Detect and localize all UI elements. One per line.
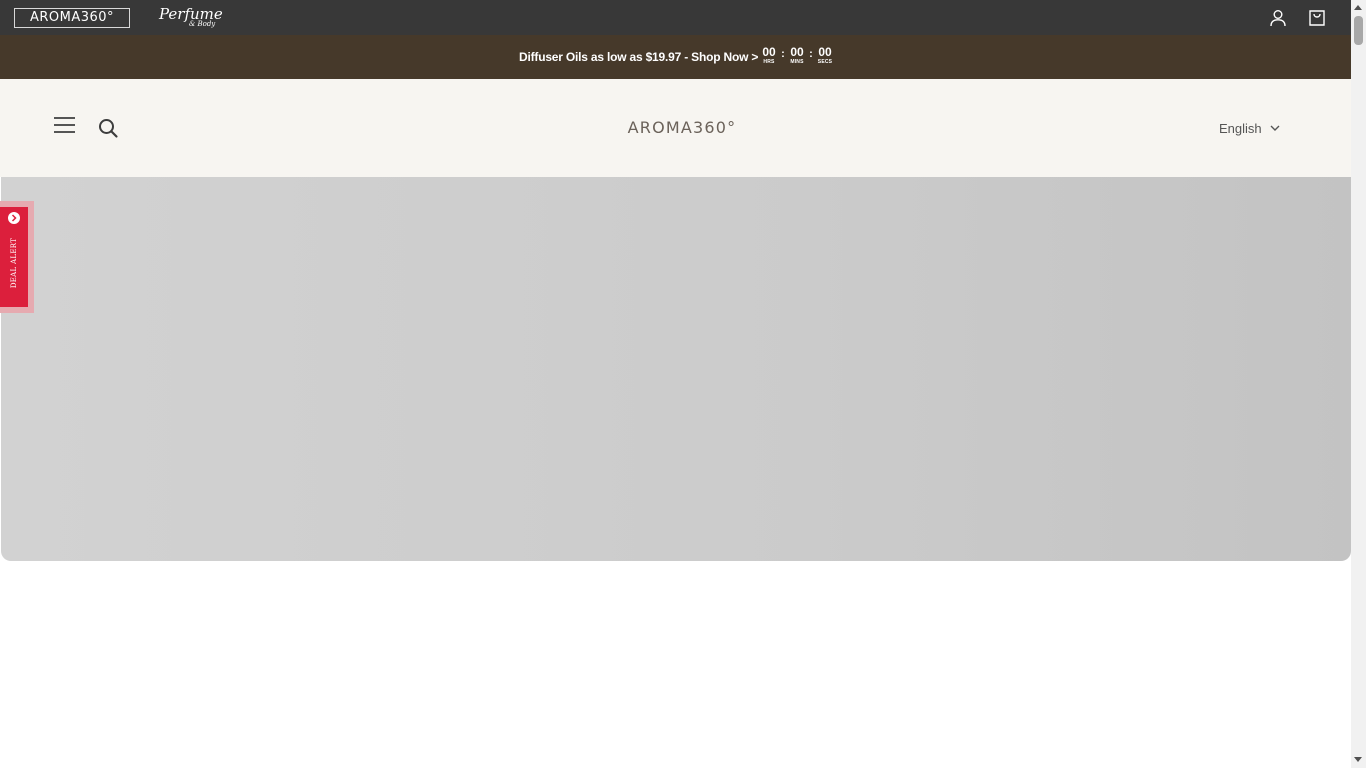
scrollbar-thumb[interactable] <box>1354 16 1363 45</box>
countdown-seconds: 00 SECS <box>817 46 833 66</box>
top-utility-bar: AROMA360° Perfume & Body <box>0 0 1351 35</box>
scroll-up-arrow-icon[interactable] <box>1354 5 1362 10</box>
chevron-down-icon <box>1270 125 1280 131</box>
scroll-down-arrow-icon[interactable] <box>1354 757 1362 762</box>
promo-shop-now-link[interactable]: Diffuser Oils as low as $19.97 - Shop No… <box>519 49 758 65</box>
deal-alert-arrow <box>8 212 20 224</box>
countdown-minutes-value: 00 <box>790 45 804 59</box>
main-header: AROMA360° English <box>0 79 1351 177</box>
page-scrollbar[interactable] <box>1351 0 1366 768</box>
countdown-seconds-label: SECS <box>817 59 833 65</box>
deal-alert-label: DEAL ALERT <box>10 237 18 289</box>
language-label: English <box>1219 120 1262 136</box>
countdown-hours: 00 HRS <box>761 46 777 66</box>
deal-alert-tab[interactable]: DEAL ALERT <box>0 201 34 313</box>
countdown-separator: : <box>781 48 785 60</box>
perfume-logo-subtext: & Body <box>189 20 216 28</box>
search-button[interactable] <box>97 117 119 139</box>
countdown-minutes-label: MINS <box>790 59 804 65</box>
hamburger-menu-icon <box>54 131 75 133</box>
announcement-bar: Diffuser Oils as low as $19.97 - Shop No… <box>0 35 1351 79</box>
countdown-minutes: 00 MINS <box>789 46 805 66</box>
search-icon <box>99 119 118 138</box>
cart-button[interactable] <box>1307 8 1327 28</box>
aroma360-store-link[interactable]: AROMA360° <box>14 8 130 28</box>
perfume-body-store-link[interactable]: Perfume & Body <box>158 5 223 31</box>
page: AROMA360° Perfume & Body Diffuser Oils a… <box>0 0 1366 768</box>
deal-alert-panel: DEAL ALERT <box>0 207 28 307</box>
account-button[interactable] <box>1268 8 1288 28</box>
countdown-timer: 00 HRS : 00 MINS : 00 SECS <box>761 46 833 70</box>
shopping-bag-icon <box>1309 10 1325 26</box>
hero-banner-placeholder <box>1 177 1351 561</box>
user-icon <box>1270 10 1286 27</box>
header-logo-link[interactable]: AROMA360° <box>611 117 753 139</box>
chevron-right-icon <box>11 214 17 222</box>
countdown-hours-label: HRS <box>763 59 775 65</box>
menu-button[interactable] <box>54 117 76 133</box>
countdown-seconds-value: 00 <box>818 45 832 59</box>
hamburger-menu-icon <box>54 124 75 126</box>
countdown-separator: : <box>809 48 813 60</box>
language-selector[interactable]: English <box>1219 119 1280 137</box>
countdown-hours-value: 00 <box>762 45 776 59</box>
hamburger-menu-icon <box>54 117 75 119</box>
